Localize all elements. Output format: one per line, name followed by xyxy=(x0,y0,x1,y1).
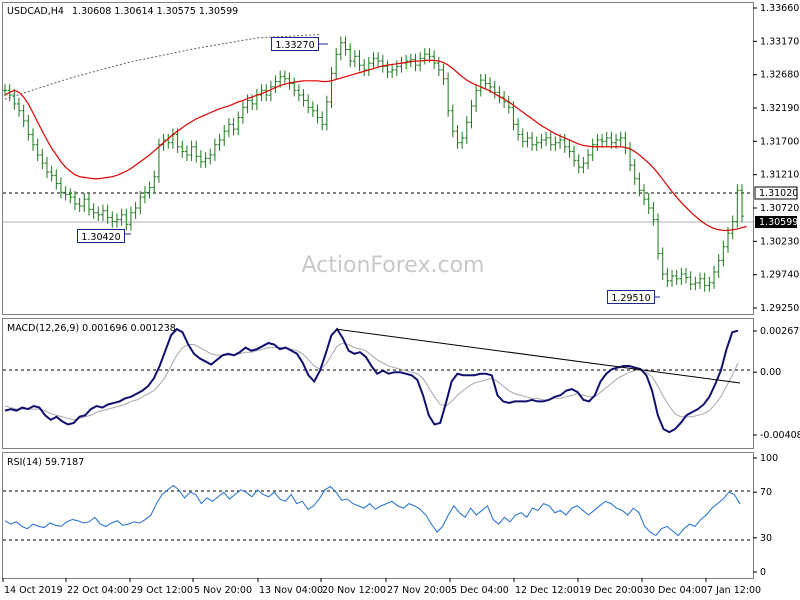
svg-text:1.31020: 1.31020 xyxy=(759,188,798,199)
current-price-tag: 1.30599 xyxy=(755,216,798,228)
watermark: ActionForex.com xyxy=(302,253,485,278)
svg-text:1.30420: 1.30420 xyxy=(81,232,120,243)
macd-tick-label: 0.00 xyxy=(760,367,781,378)
rsi-axis: 100 70 30 0 xyxy=(753,453,778,578)
time-tick-label: 30 Dec 04:00 xyxy=(643,585,707,596)
time-tick-label: 20 Nov 12:00 xyxy=(322,585,386,596)
rsi-tick-label: 70 xyxy=(760,487,772,498)
time-tick-label: 13 Nov 04:00 xyxy=(259,585,323,596)
time-axis: 14 Oct 2019 22 Oct 04:00 29 Oct 12:00 5 Nov… xyxy=(2,578,761,596)
price-tick-label: 1.30720 xyxy=(760,203,799,214)
price-tick-label: 1.31700 xyxy=(760,136,799,147)
macd-tick-label: -0.004086 xyxy=(760,430,800,441)
rsi-tick-label: 30 xyxy=(760,533,772,544)
time-tick-label: 12 Dec 12:00 xyxy=(515,585,579,596)
macd-panel-frame xyxy=(2,318,754,449)
svg-text:1.30599: 1.30599 xyxy=(759,217,798,228)
macd-label: MACD(12,26,9) 0.001696 0.001238 xyxy=(7,323,176,334)
time-tick-label: 29 Oct 12:00 xyxy=(131,585,193,596)
macd-axis: 0.002679 0.00 -0.004086 xyxy=(753,326,800,441)
chart-symbol: USDCAD,H4 xyxy=(7,6,64,17)
time-tick-label: 14 Oct 2019 xyxy=(4,585,63,596)
price-tick-label: 1.33660 xyxy=(760,3,799,14)
price-tick-label: 1.31210 xyxy=(760,170,799,181)
rsi-panel-frame xyxy=(2,452,754,579)
svg-text:1.33270: 1.33270 xyxy=(275,40,314,51)
rsi-tick-label: 100 xyxy=(760,453,778,464)
price-tick-label: 1.29740 xyxy=(760,270,799,281)
price-axis: 1.33660 1.33170 1.32680 1.32190 1.31700 1.312… xyxy=(753,3,799,314)
level-tag: 1.31020 xyxy=(754,186,798,200)
price-tick-label: 1.30230 xyxy=(760,236,799,247)
svg-text:1.29510: 1.29510 xyxy=(611,293,650,304)
time-tick-label: 5 Dec 04:00 xyxy=(451,585,509,596)
price-tick-label: 1.29250 xyxy=(760,303,799,314)
price-tick-label: 1.32680 xyxy=(760,70,799,81)
annotation-mid: 1.30420 xyxy=(77,229,131,243)
chart-ohlc: 1.30608 1.30614 1.30575 1.30599 xyxy=(72,6,238,17)
time-tick-label: 27 Nov 20:00 xyxy=(387,585,451,596)
rsi-tick-label: 0 xyxy=(760,567,766,578)
rsi-label: RSI(14) 59.7187 xyxy=(7,457,84,468)
macd-tick-label: 0.002679 xyxy=(760,326,800,337)
annotation-low: 1.29510 xyxy=(607,290,660,304)
time-tick-label: 19 Dec 20:00 xyxy=(579,585,643,596)
time-tick-label: 7 Jan 12:00 xyxy=(707,585,761,596)
time-tick-label: 5 Nov 20:00 xyxy=(194,585,252,596)
time-tick-label: 22 Oct 04:00 xyxy=(67,585,129,596)
usdcad-chart: ActionForex.com USDCAD,H4 1.30608 1.3061… xyxy=(2,2,800,596)
price-tick-label: 1.32190 xyxy=(760,103,799,114)
price-tick-label: 1.33170 xyxy=(760,36,799,47)
